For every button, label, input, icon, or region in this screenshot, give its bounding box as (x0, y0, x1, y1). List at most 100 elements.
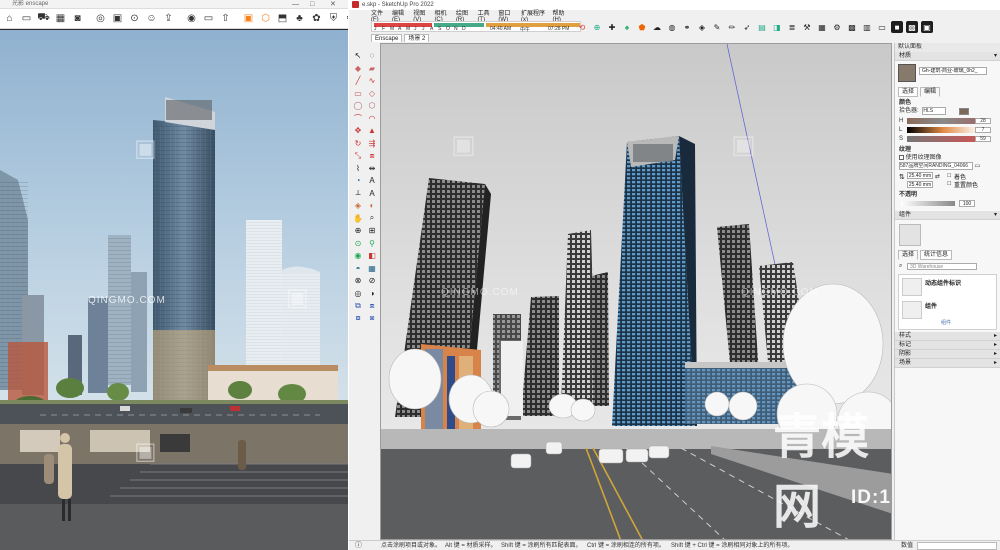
paint-bucket-icon[interactable]: ◈ (352, 200, 364, 211)
rotated-rectangle-icon[interactable]: ◇ (366, 88, 378, 99)
section-plane-icon[interactable]: ◧ (366, 250, 378, 261)
h-slider[interactable] (907, 118, 979, 124)
orbit-icon[interactable]: ◐ (366, 200, 378, 211)
text-icon[interactable]: A (366, 175, 378, 186)
plus-icon[interactable]: ✚ (606, 21, 618, 33)
component-item-thumb[interactable] (902, 277, 922, 296)
tree-icon[interactable]: ♣ (292, 11, 307, 26)
position-camera-icon[interactable]: ⊙ (352, 238, 364, 249)
swap-icon[interactable]: ⇄ (935, 173, 940, 180)
arc-icon[interactable]: ◠ (366, 113, 378, 124)
3dtext-icon[interactable]: A (366, 188, 378, 199)
material-name-field[interactable]: Gh-建筑-商业-玻璃_0h2_ (919, 67, 987, 75)
circle-icon[interactable]: ◯ (352, 100, 364, 111)
asset-icon[interactable]: ⬒ (275, 11, 290, 26)
protractor-icon[interactable]: ◔ (352, 175, 364, 186)
gear-icon[interactable]: ⚙ (831, 21, 843, 33)
tool-icon[interactable]: ⚒ (801, 21, 813, 33)
cube-icon[interactable]: ◨ (771, 21, 783, 33)
texture-file-field[interactable]: 587品牌空间RANDING_04066 (899, 162, 973, 170)
globe-icon[interactable]: ◍ (666, 21, 678, 33)
walk-icon[interactable]: ⚲ (366, 238, 378, 249)
solid-tools-icon[interactable]: ◓ (352, 263, 364, 274)
offset-icon[interactable]: ⧈ (366, 150, 378, 161)
texture-height-field[interactable]: 25.40 mm (907, 180, 933, 188)
rectangle-icon[interactable]: ▭ (352, 88, 364, 99)
tree-icon[interactable]: ♠ (621, 21, 633, 33)
cube-icon[interactable]: ◈ (696, 21, 708, 33)
pushpull-icon[interactable]: ▲ (366, 125, 378, 136)
warehouse-icon[interactable]: ⬟ (636, 21, 648, 33)
lasso-icon[interactable]: ◌ (366, 50, 378, 61)
model-viewport[interactable]: ▣ ▣ QINGMO.COM QINGMO.COM 青模网 ID:1551351 (380, 43, 892, 540)
info-icon[interactable]: ⓘ (355, 541, 362, 550)
enscape-render-view[interactable] (0, 30, 348, 424)
picker-select[interactable]: HLS (922, 107, 947, 115)
component-link[interactable]: 组件 (941, 319, 951, 326)
s-slider[interactable] (907, 136, 979, 142)
texture-width-field[interactable]: 25.40 mm (907, 171, 933, 179)
scale-icon[interactable]: ⤡ (352, 150, 364, 161)
table-icon[interactable]: ▦ (816, 21, 828, 33)
pencil-icon[interactable]: ✎ (711, 21, 723, 33)
month-bar[interactable] (434, 23, 484, 27)
component-thumbnail[interactable] (899, 223, 921, 246)
component-icon[interactable]: ⊕ (591, 21, 603, 33)
stamp-icon[interactable]: ⧇ (352, 313, 364, 324)
minimize-button[interactable]: — (292, 0, 299, 9)
trim-icon[interactable]: ◑ (366, 288, 378, 299)
car-icon[interactable]: ⛟ (36, 11, 51, 26)
zoom-window-icon[interactable]: ⊕ (352, 225, 364, 236)
pan-icon[interactable]: ✋ (352, 213, 364, 224)
vr-icon[interactable]: ▭ (201, 11, 216, 26)
search-icon[interactable]: ⌕ (899, 263, 902, 270)
upload-icon[interactable]: ⇧ (218, 11, 233, 26)
opacity-input[interactable]: 100 (959, 199, 975, 207)
s-input[interactable]: 59 (975, 136, 991, 142)
select-icon[interactable]: ↖ (352, 50, 364, 61)
eye-off-icon[interactable]: ◉ (184, 11, 199, 26)
line-icon[interactable]: ╱ (352, 75, 364, 86)
plugin-icon[interactable]: ▩ (906, 21, 918, 33)
folder-icon[interactable]: ▭ (975, 164, 981, 170)
sandbox-icon[interactable]: ▦ (366, 263, 378, 274)
eraser-icon[interactable]: ▰ (366, 63, 378, 74)
link-icon[interactable]: ⇅ (899, 173, 905, 181)
reset-color-checkbox[interactable]: ☐ (947, 181, 951, 187)
folder-icon[interactable]: ▭ (19, 11, 34, 26)
component-item-title[interactable]: 动态组件标识 (925, 278, 961, 287)
tab-statistics[interactable]: 统计信息 (920, 249, 953, 260)
freehand-icon[interactable]: ∿ (366, 75, 378, 86)
union-icon[interactable]: ⊘ (366, 275, 378, 286)
component-item-title[interactable]: 组件 (925, 301, 937, 310)
use-texture-checkbox[interactable] (899, 154, 904, 160)
warehouse-search-input[interactable]: 3D Warehouse (907, 262, 977, 270)
subtract-icon[interactable]: ◎ (352, 288, 364, 299)
look-around-icon[interactable]: ◉ (352, 250, 364, 261)
tab-select[interactable]: 选择 (898, 249, 919, 260)
scene-tab-enscape[interactable]: Enscape (371, 34, 403, 42)
split-icon[interactable]: ⧉ (352, 300, 364, 311)
box-icon[interactable]: ⬡ (258, 11, 273, 26)
tab-edit[interactable]: 编辑 (920, 87, 941, 97)
color-swatch[interactable] (959, 108, 969, 115)
intersect-icon[interactable]: ⊗ (352, 275, 364, 286)
measurements-input[interactable] (917, 542, 997, 550)
fisheye-icon[interactable]: ◎ (93, 11, 108, 26)
shield-icon[interactable]: ⛨ (326, 11, 341, 26)
camera-icon[interactable]: ◙ (70, 11, 85, 26)
dimension-icon[interactable]: ⇹ (366, 163, 378, 174)
outer-shell-icon[interactable]: ⧈ (366, 300, 378, 311)
l-input[interactable]: 7 (975, 127, 991, 133)
shadow-timeline[interactable]: J F M A M J J A S O N D 04:40 AM 中午 07:2… (371, 21, 581, 33)
window-icon[interactable]: ▣ (241, 11, 256, 26)
folder-icon[interactable]: ▭ (876, 21, 888, 33)
layers-icon[interactable]: ≣ (786, 21, 798, 33)
component-item-thumb[interactable] (902, 300, 922, 319)
maximize-button[interactable]: □ (310, 0, 314, 9)
rocket-icon[interactable]: ➶ (741, 21, 753, 33)
home-icon[interactable]: ⌂ (2, 11, 17, 26)
section-tags[interactable]: 标记 ▸ (895, 340, 1000, 350)
section-shadows[interactable]: 阴影 ▸ (895, 349, 1000, 359)
colorize-checkbox[interactable]: ☐ (947, 173, 951, 179)
